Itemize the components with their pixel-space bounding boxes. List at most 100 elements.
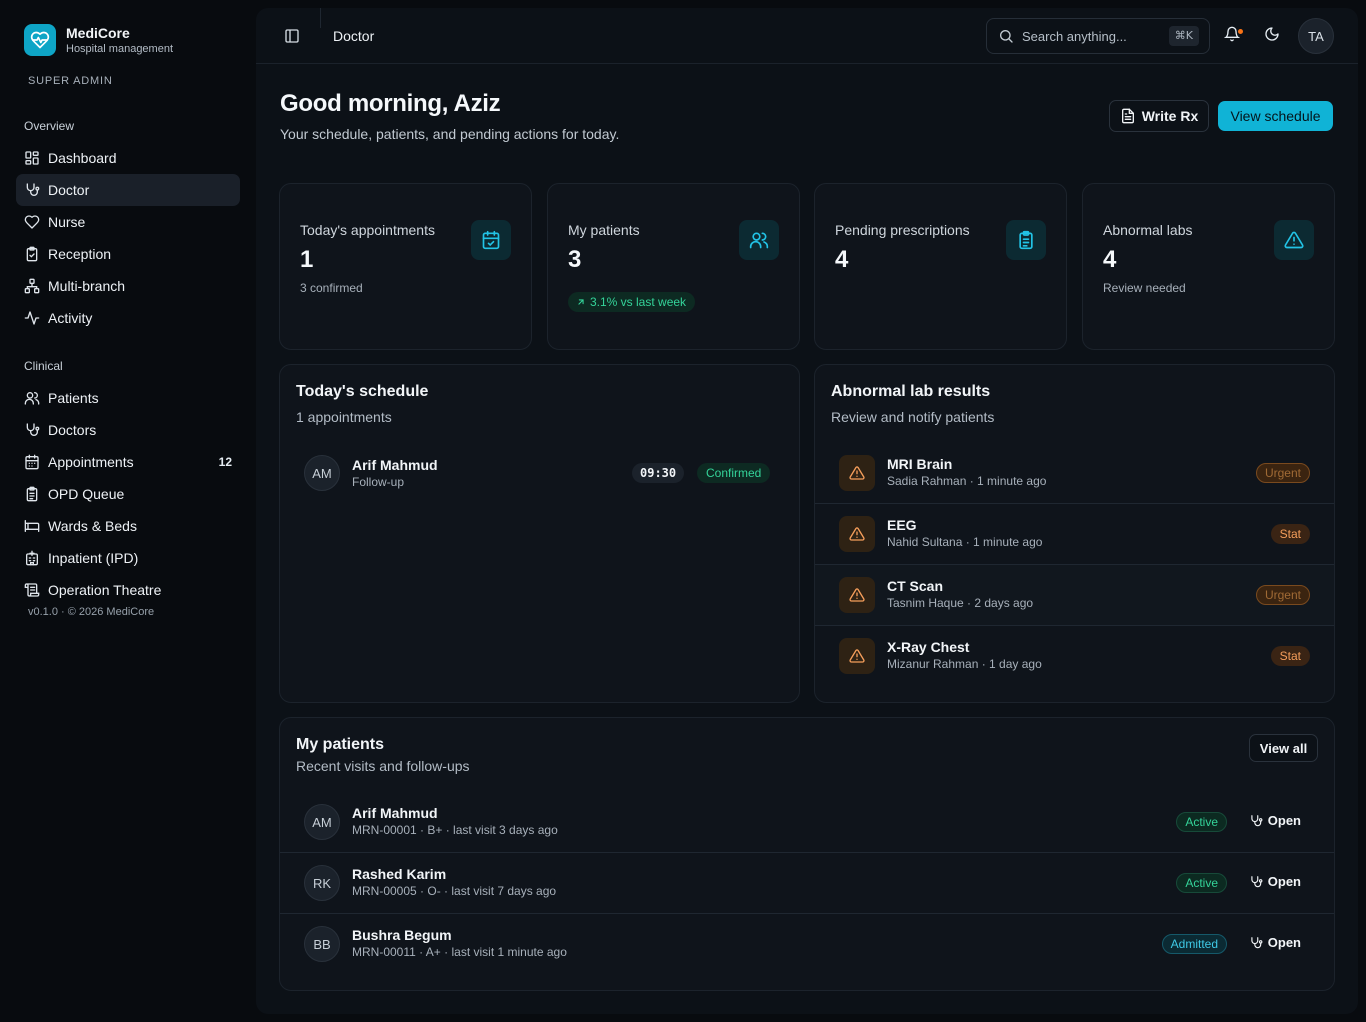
patients-card: My patients Recent visits and follow-ups… [279,717,1335,991]
patient-name: Arif Mahmud [352,457,438,473]
stat-label: My patients [568,222,640,238]
schedule-card: Today's schedule 1 appointments AM Arif … [279,364,800,703]
patient-name: Arif Mahmud [352,805,438,821]
open-label: Open [1267,874,1301,889]
users-icon [24,390,40,406]
list-item[interactable]: EEG Nahid Sultana · 1 minute ago Stat [815,504,1334,565]
nav-clinical: Patients Doctors Appointments 12 OPD Que… [16,382,240,606]
open-button[interactable]: Open [1249,813,1301,828]
sidebar-item-appointments[interactable]: Appointments 12 [16,446,240,478]
calendar-check-icon [471,220,511,260]
topbar: Doctor Search anything... ⌘K TA [256,8,1358,64]
stat-label: Today's appointments [300,222,435,238]
table-row[interactable]: RK Rashed Karim MRN-00005 · O- · last vis… [280,853,1334,914]
moon-icon[interactable] [1264,26,1284,46]
stat-card-abnormal-labs: Abnormal labs 4 Review needed [1082,183,1335,350]
search-shortcut: ⌘K [1168,26,1199,46]
activity-icon [24,310,40,326]
sidebar-item-doctor[interactable]: Doctor [16,174,240,206]
section-label-overview: Overview [24,119,75,133]
view-schedule-button[interactable]: View schedule [1218,101,1333,131]
sidebar-item-label: Inpatient (IPD) [48,550,139,566]
sidebar-item-label: Activity [48,310,93,326]
trend-text: 3.1% vs last week [590,295,687,309]
search-placeholder: Search anything... [1022,28,1127,44]
sidebar-item-inpatient[interactable]: Inpatient (IPD) [16,542,240,574]
avatar: RK [304,865,340,901]
sidebar-item-wards-beds[interactable]: Wards & Beds [16,510,240,542]
sidebar-item-reception[interactable]: Reception [16,238,240,270]
sidebar-item-label: Patients [48,390,99,406]
greeting-subtitle: Your schedule, patients, and pending act… [280,126,620,142]
sidebar-item-opd-queue[interactable]: OPD Queue [16,478,240,510]
sidebar-item-label: Operation Theatre [48,582,162,598]
lab-test-name: MRI Brain [887,456,953,472]
view-all-button[interactable]: View all [1249,734,1318,762]
brand-name: MediCore [66,24,130,41]
lab-test-name: EEG [887,517,917,533]
sidebar-item-operation-theatre[interactable]: Operation Theatre [16,574,240,606]
stat-card-appointments: Today's appointments 1 3 confirmed [279,183,532,350]
heart-pulse-logo-icon [24,24,56,56]
network-icon [24,278,40,294]
stethoscope-icon [1249,814,1263,828]
sidebar-item-multi-branch[interactable]: Multi-branch [16,270,240,302]
list-item[interactable]: CT Scan Tasnim Haque · 2 days ago Urgent [815,565,1334,626]
dashboard-icon [24,150,40,166]
stat-card-patients: My patients 3 3.1% vs last week [547,183,800,350]
brand[interactable]: MediCore Hospital management [24,24,173,56]
sidebar-item-dashboard[interactable]: Dashboard [16,142,240,174]
priority-badge: Urgent [1255,463,1310,483]
write-rx-button[interactable]: Write Rx [1109,100,1209,132]
stethoscope-icon [24,182,40,198]
priority-badge: Stat [1270,646,1310,666]
sidebar: MediCore Hospital management SUPER ADMIN… [0,0,248,1022]
main-panel: Doctor Search anything... ⌘K TA Good mor… [256,8,1358,1014]
sidebar-item-label: Multi-branch [48,278,126,294]
schedule-subtitle: 1 appointments [296,409,392,425]
topbar-divider [320,8,321,28]
sidebar-item-patients[interactable]: Patients [16,382,240,414]
table-row[interactable]: AM Arif Mahmud MRN-00001 · B+ · last visi… [280,792,1334,853]
open-button[interactable]: Open [1249,935,1301,950]
status-badge: Active [1176,873,1227,893]
appointment-time: 09:30 [632,463,685,483]
stat-value: 3 [568,246,582,273]
stethoscope-icon [1249,936,1263,950]
stat-value: 4 [835,246,849,273]
list-item[interactable]: X-Ray Chest Mizanur Rahman · 1 day ago St… [815,626,1334,687]
list-item[interactable]: MRI Brain Sadia Rahman · 1 minute ago Urg… [815,443,1334,504]
priority-badge: Urgent [1255,585,1310,605]
schedule-title: Today's schedule [296,383,429,400]
stat-value: 4 [1103,246,1117,273]
sidebar-item-doctors[interactable]: Doctors [16,414,240,446]
stethoscope-icon [24,422,40,438]
lab-meta: Mizanur Rahman · 1 day ago [887,657,1042,671]
search-icon [998,28,1014,44]
open-label: Open [1267,935,1301,950]
users-icon [739,220,779,260]
clipboard-list-icon [24,486,40,502]
scroll-icon [24,582,40,598]
page-title: Doctor [333,28,375,44]
labs-card: Abnormal lab results Review and notify p… [814,364,1335,703]
status-badge: Admitted [1161,934,1227,954]
notification-dot [1238,29,1243,34]
appointment-info[interactable]: Arif Mahmud Follow-up [352,457,438,490]
alert-triangle-icon [1274,220,1314,260]
patients-title: My patients [296,736,385,753]
stat-sub: 3 confirmed [300,281,363,295]
appointments-count: 12 [218,455,232,469]
user-avatar[interactable]: TA [1298,18,1334,54]
sidebar-item-activity[interactable]: Activity [16,302,240,334]
search-input[interactable]: Search anything... ⌘K [986,18,1210,54]
sidebar-toggle-icon[interactable] [284,28,304,44]
stat-value: 1 [300,246,314,273]
patient-name: Bushra Begum [352,927,452,943]
sidebar-item-nurse[interactable]: Nurse [16,206,240,238]
open-button[interactable]: Open [1249,874,1301,889]
lab-meta: Tasnim Haque · 2 days ago [887,596,1034,610]
avatar: AM [304,455,340,491]
brand-subtitle: Hospital management [66,42,174,55]
table-row[interactable]: BB Bushra Begum MRN-00011 · A+ · last vis… [280,914,1334,975]
